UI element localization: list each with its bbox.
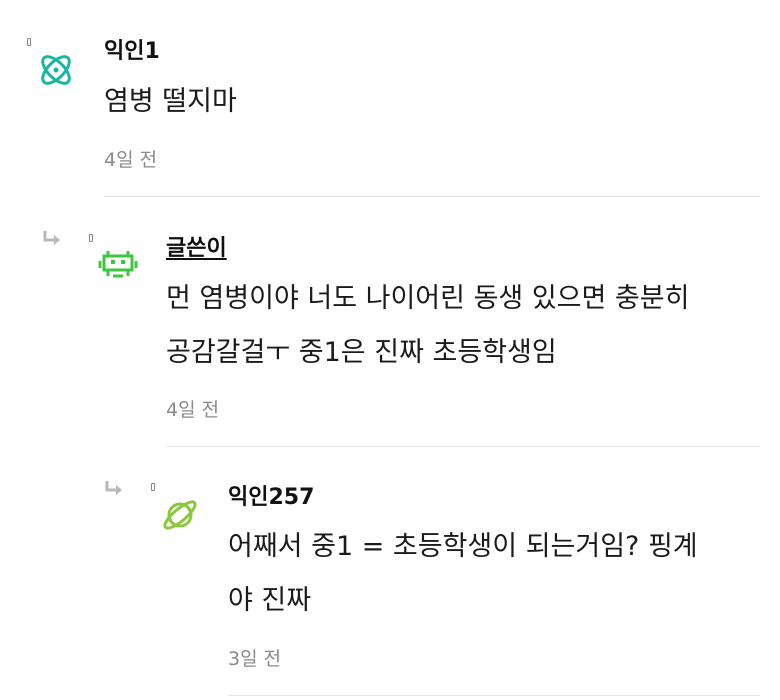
comment-text: 야 진짜 bbox=[228, 585, 312, 616]
divider bbox=[228, 695, 760, 696]
comment-author[interactable]: 익인257 bbox=[228, 479, 314, 511]
comment-timestamp: 4일 전 bbox=[166, 399, 220, 421]
planet-icon bbox=[163, 500, 197, 530]
square-marker-icon bbox=[151, 483, 155, 491]
comment-timestamp: 4일 전 bbox=[104, 149, 158, 171]
space-invader-icon bbox=[98, 251, 138, 278]
comment-text: 공감갈걸ㅜ 중1은 진짜 초등학생임 bbox=[166, 337, 557, 368]
atom-icon bbox=[41, 55, 71, 85]
comment-text: 염병 떨지마 bbox=[104, 86, 237, 117]
reply-arrow-icon bbox=[43, 231, 60, 245]
square-marker-icon bbox=[27, 38, 31, 46]
comment-author[interactable]: 익인1 bbox=[104, 33, 160, 65]
reply-arrow-icon bbox=[105, 481, 122, 495]
comment-timestamp: 3일 전 bbox=[228, 648, 282, 670]
divider bbox=[104, 196, 760, 197]
comment-text: 먼 염병이야 너도 나이어린 동생 있으면 충분히 bbox=[166, 283, 690, 314]
comment-text: 어째서 중1 = 초등학생이 되는거임? 핑계 bbox=[228, 531, 698, 562]
divider bbox=[166, 446, 760, 447]
comment-author[interactable]: 글쓴이 bbox=[166, 230, 227, 262]
square-marker-icon bbox=[89, 234, 93, 242]
